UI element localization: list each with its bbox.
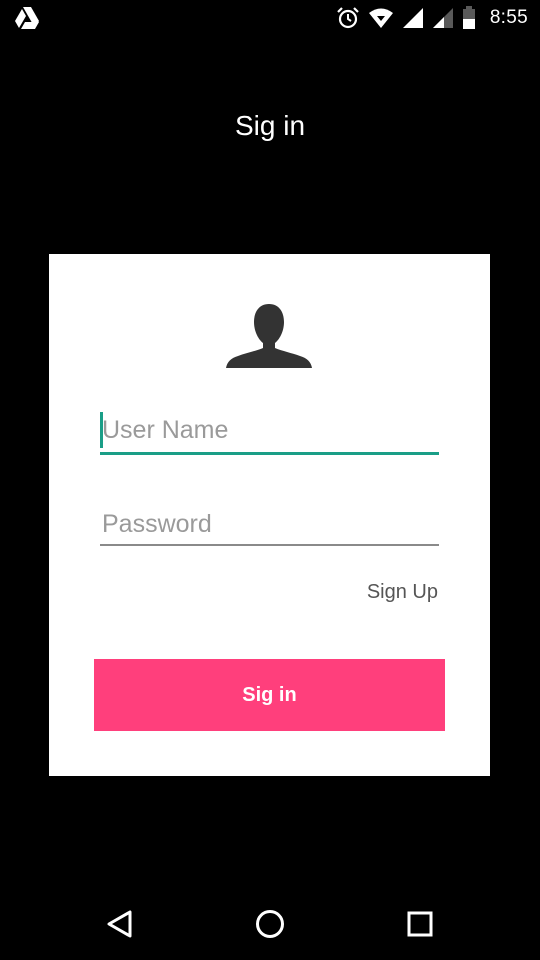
- recents-icon[interactable]: [404, 908, 436, 940]
- signal-icon: [402, 8, 423, 28]
- signup-link[interactable]: Sign Up: [367, 581, 438, 604]
- person-silhouette-icon: [226, 304, 312, 368]
- drive-icon: [15, 7, 39, 29]
- signal-secondary-icon: [432, 8, 453, 28]
- password-input[interactable]: [100, 506, 439, 542]
- status-icons: 8:55: [336, 4, 528, 32]
- password-underline: [100, 544, 439, 546]
- username-field: [100, 412, 439, 455]
- page-title: Sig in: [234, 110, 306, 141]
- signin-button[interactable]: Sig in: [94, 659, 445, 731]
- text-cursor: [100, 412, 103, 448]
- back-icon[interactable]: [104, 908, 136, 940]
- password-field: [100, 506, 439, 546]
- battery-icon: [462, 6, 475, 29]
- clock: 8:55: [489, 7, 528, 28]
- username-underline: [100, 452, 439, 455]
- signin-card: Sign Up Sig in: [49, 254, 490, 776]
- status-bar: 8:55: [0, 0, 540, 36]
- wifi-icon: [368, 8, 393, 28]
- username-input[interactable]: [100, 412, 439, 448]
- home-icon[interactable]: [254, 908, 286, 940]
- navigation-bar: [0, 880, 540, 960]
- alarm-icon: [337, 7, 359, 29]
